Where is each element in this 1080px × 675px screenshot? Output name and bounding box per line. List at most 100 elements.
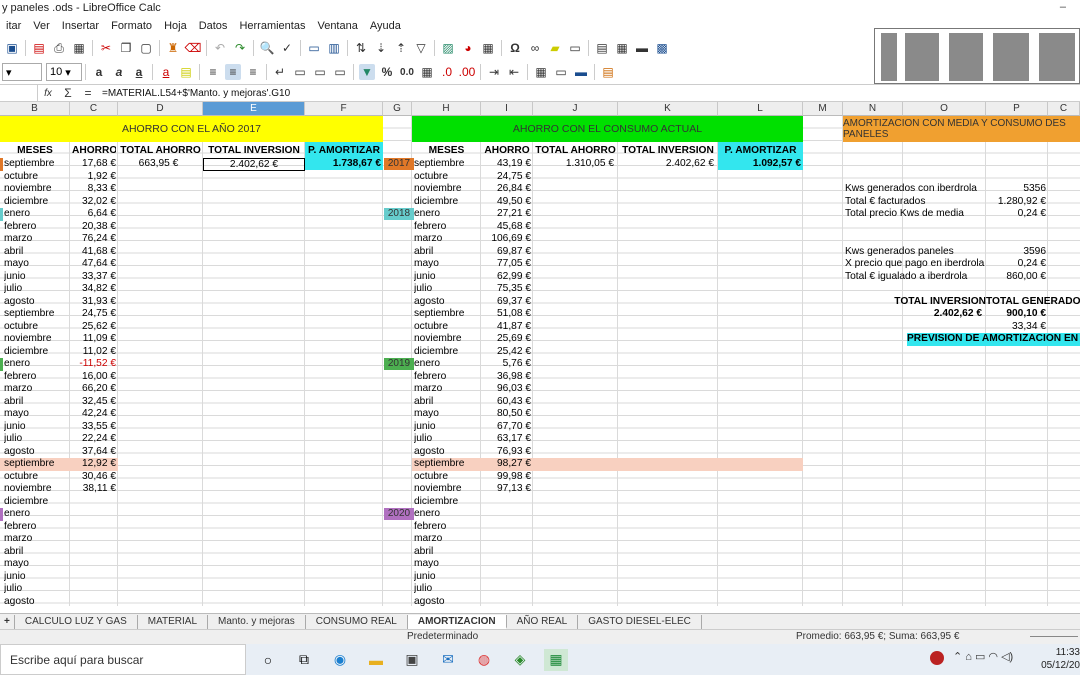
bold-icon[interactable]: a bbox=[91, 64, 107, 80]
sum-icon[interactable]: Σ bbox=[60, 85, 76, 101]
tab-material[interactable]: MATERIAL bbox=[138, 614, 209, 629]
column-header-i[interactable]: I bbox=[481, 102, 533, 116]
column-header-j[interactable]: J bbox=[533, 102, 618, 116]
column-header-e[interactable]: E bbox=[203, 102, 305, 116]
freeze-rows-icon[interactable]: ▦ bbox=[614, 40, 630, 56]
menu-ventana[interactable]: Ventana bbox=[311, 18, 363, 36]
menu-ayuda[interactable]: Ayuda bbox=[364, 18, 407, 36]
number-format-icon[interactable]: 0.0 bbox=[399, 64, 415, 80]
image-icon[interactable]: ▨ bbox=[440, 40, 456, 56]
special-character-icon[interactable]: Ω bbox=[507, 40, 523, 56]
font-name-combo[interactable]: ▾ bbox=[2, 63, 42, 81]
percent-format-icon[interactable]: % bbox=[379, 64, 395, 80]
column-header-h[interactable]: H bbox=[412, 102, 481, 116]
currency-format-icon[interactable]: ▼ bbox=[359, 64, 375, 80]
column-header-d[interactable]: D bbox=[118, 102, 203, 116]
chrome-icon[interactable]: ◍ bbox=[472, 649, 496, 671]
tab-ano-real[interactable]: AÑO REAL bbox=[507, 614, 579, 629]
tab-amortizacion[interactable]: AMORTIZACION bbox=[407, 614, 507, 629]
formula-icon[interactable]: = bbox=[80, 85, 96, 101]
menu-ver[interactable]: Ver bbox=[27, 18, 56, 36]
file-explorer-icon[interactable]: ▬ bbox=[364, 649, 388, 671]
tray-icons[interactable]: ⌃ ⌂ ▭ ◠ ◁) bbox=[953, 650, 1013, 663]
border-color-icon[interactable]: ▬ bbox=[573, 64, 589, 80]
column-header-m[interactable]: M bbox=[803, 102, 843, 116]
menu-formato[interactable]: Formato bbox=[105, 18, 158, 36]
column-header-l[interactable]: L bbox=[718, 102, 803, 116]
conditional-format-icon[interactable]: ▤ bbox=[600, 64, 616, 80]
add-sheet-icon[interactable]: + bbox=[0, 614, 15, 629]
align-bottom-icon[interactable]: ▭ bbox=[332, 64, 348, 80]
print-preview-icon[interactable]: ▦ bbox=[71, 40, 87, 56]
column-header-n[interactable]: N bbox=[843, 102, 903, 116]
store-icon[interactable]: ▣ bbox=[400, 649, 424, 671]
mail-icon[interactable]: ✉ bbox=[436, 649, 460, 671]
menu-editar[interactable]: itar bbox=[0, 18, 27, 36]
edge-icon[interactable]: ◉ bbox=[328, 649, 352, 671]
column-header-p[interactable]: P bbox=[986, 102, 1048, 116]
column-header-c[interactable]: C bbox=[1048, 102, 1080, 116]
menu-datos[interactable]: Datos bbox=[193, 18, 234, 36]
clear-formatting-icon[interactable]: ⌫ bbox=[185, 40, 202, 56]
row-icon[interactable]: ▭ bbox=[306, 40, 322, 56]
show-draw-functions-icon[interactable]: ▩ bbox=[654, 40, 670, 56]
spelling-icon[interactable]: ✓ bbox=[279, 40, 295, 56]
chart-icon[interactable]: ◕ bbox=[460, 40, 476, 56]
underline-icon[interactable]: a bbox=[131, 64, 147, 80]
tab-manto-mejoras[interactable]: Manto. y mejoras bbox=[208, 614, 306, 629]
column-header-c[interactable]: C bbox=[70, 102, 118, 116]
menu-hoja[interactable]: Hoja bbox=[158, 18, 193, 36]
save-icon[interactable]: ▣ bbox=[4, 40, 20, 56]
border-style-icon[interactable]: ▭ bbox=[553, 64, 569, 80]
taskbar-search[interactable]: Escribe aquí para buscar bbox=[0, 644, 246, 675]
headers-footers-icon[interactable]: ▭ bbox=[567, 40, 583, 56]
merge-center-icon[interactable]: ▭ bbox=[292, 64, 308, 80]
find-replace-icon[interactable]: 🔍 bbox=[259, 40, 275, 56]
split-window-icon[interactable]: ▬ bbox=[634, 40, 650, 56]
wrap-text-icon[interactable]: ↵ bbox=[272, 64, 288, 80]
clone-formatting-icon[interactable]: ♜ bbox=[165, 40, 181, 56]
align-center-icon[interactable]: ≡ bbox=[225, 64, 241, 80]
tray-app-icon[interactable] bbox=[930, 651, 944, 665]
column-header-b[interactable]: B bbox=[0, 102, 70, 116]
cut-icon[interactable]: ✂ bbox=[98, 40, 114, 56]
align-left-icon[interactable]: ≡ bbox=[205, 64, 221, 80]
delete-decimal-icon[interactable]: .00 bbox=[459, 64, 476, 80]
calc-icon[interactable]: ▦ bbox=[544, 648, 568, 671]
function-wizard-icon[interactable]: fx bbox=[40, 85, 56, 101]
minimize-icon[interactable]: – bbox=[1060, 1, 1066, 13]
comment-icon[interactable]: ▰ bbox=[547, 40, 563, 56]
clock[interactable]: 11:33 05/12/20 bbox=[1040, 646, 1080, 672]
redo-icon[interactable]: ↷ bbox=[232, 40, 248, 56]
increase-indent-icon[interactable]: ⇥ bbox=[486, 64, 502, 80]
menu-insertar[interactable]: Insertar bbox=[56, 18, 105, 36]
italic-icon[interactable]: a bbox=[111, 64, 127, 80]
spreadsheet-grid[interactable]: AHORRO CON EL AÑO 2017 MESES AHORRO TOTAL A… bbox=[0, 116, 1080, 606]
hyperlink-icon[interactable]: ∞ bbox=[527, 40, 543, 56]
tab-calculo-luz-gas[interactable]: CALCULO LUZ Y GAS bbox=[15, 614, 138, 629]
tab-gasto-diesel-elec[interactable]: GASTO DIESEL-ELEC bbox=[578, 614, 702, 629]
name-box[interactable] bbox=[0, 85, 38, 101]
align-right-icon[interactable]: ≡ bbox=[245, 64, 261, 80]
highlight-color-icon[interactable]: ▤ bbox=[178, 64, 194, 80]
task-view-icon[interactable]: ⧉ bbox=[292, 649, 316, 671]
column-icon[interactable]: ▥ bbox=[326, 40, 342, 56]
media-icon[interactable]: ◈ bbox=[508, 649, 532, 671]
pivot-table-icon[interactable]: ▦ bbox=[480, 40, 496, 56]
date-format-icon[interactable]: ▦ bbox=[419, 64, 435, 80]
define-print-area-icon[interactable]: ▤ bbox=[594, 40, 610, 56]
column-header-g[interactable]: G bbox=[383, 102, 412, 116]
column-header-k[interactable]: K bbox=[618, 102, 718, 116]
copy-icon[interactable]: ❐ bbox=[118, 40, 134, 56]
sort-icon[interactable]: ⇅ bbox=[353, 40, 369, 56]
menu-herramientas[interactable]: Herramientas bbox=[233, 18, 311, 36]
print-icon[interactable]: ⎙ bbox=[51, 40, 67, 56]
column-header-o[interactable]: O bbox=[903, 102, 986, 116]
font-color-icon[interactable]: a bbox=[158, 64, 174, 80]
tab-consumo-real[interactable]: CONSUMO REAL bbox=[306, 614, 408, 629]
decrease-indent-icon[interactable]: ⇤ bbox=[506, 64, 522, 80]
autofilter-icon[interactable]: ▽ bbox=[413, 40, 429, 56]
undo-icon[interactable]: ↶ bbox=[212, 40, 228, 56]
export-pdf-icon[interactable]: ▤ bbox=[31, 40, 47, 56]
zoom-slider[interactable] bbox=[1030, 636, 1078, 637]
